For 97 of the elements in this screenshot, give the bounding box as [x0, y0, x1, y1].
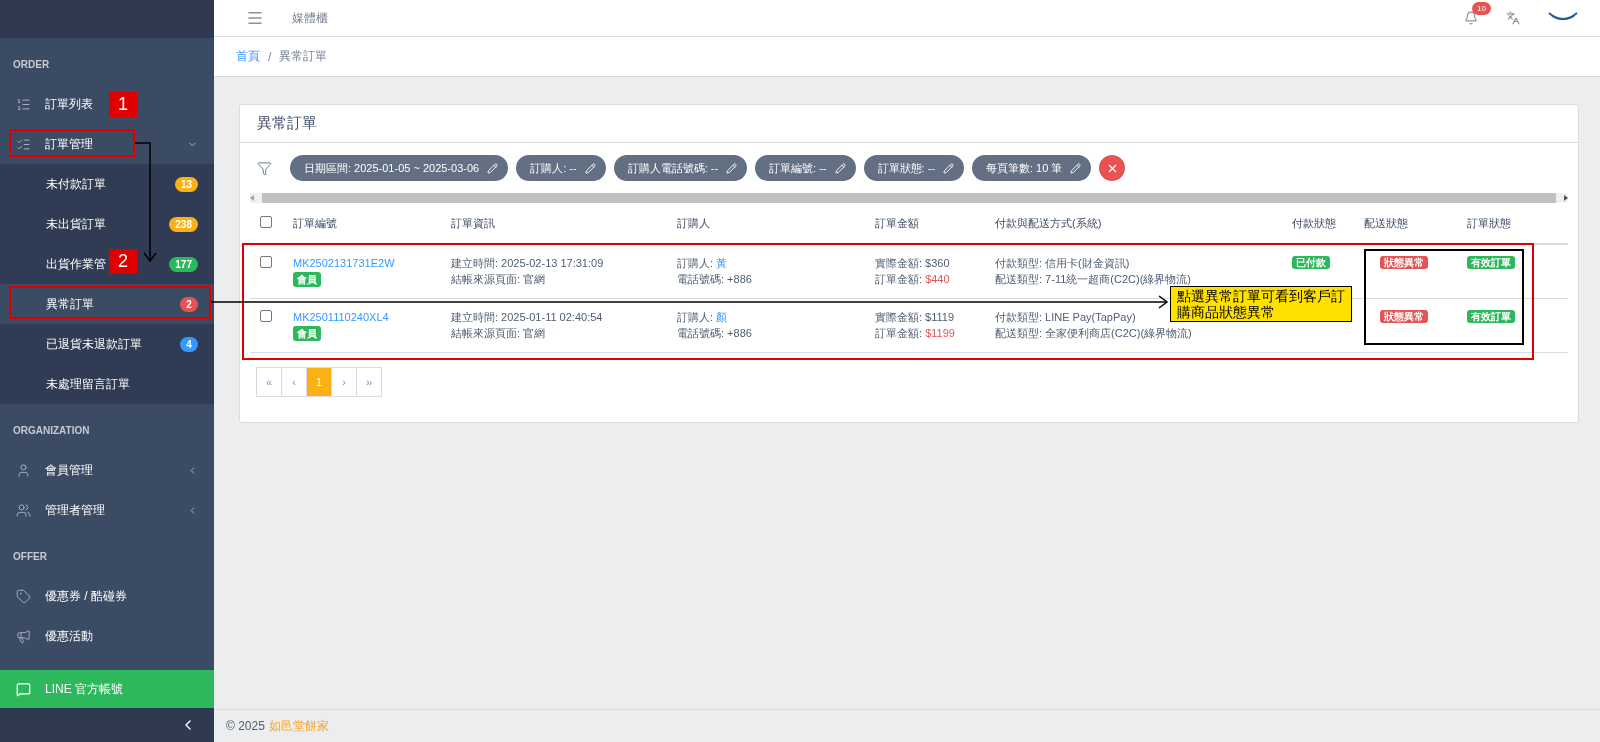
checkout-source: 結帳來源頁面: 官網 [451, 272, 546, 287]
step-marker: 2 [109, 249, 137, 274]
shipping-type: 配送類型: 全家便利商店(C2C)(綠界物流) [995, 326, 1192, 341]
count-badge: 177 [169, 256, 198, 272]
filter-icon [257, 160, 272, 176]
phone-number: 電話號碼: +886 [677, 272, 752, 287]
filter-chip[interactable]: 訂購人: -- [516, 155, 606, 181]
page-button[interactable]: › [331, 367, 357, 397]
filter-chip[interactable]: 日期區間: 2025-01-05 ~ 2025-03-06 [290, 155, 509, 181]
created-time: 建立時間: 2025-02-13 17:31:09 [451, 256, 604, 271]
column-header: 付款與配送方式(系統) [995, 216, 1102, 229]
column-header: 訂單編號 [293, 216, 337, 229]
shipping-status: 狀態異常 [1380, 310, 1428, 323]
filter-chip[interactable]: 每頁筆數: 10 筆 [972, 155, 1092, 181]
member-tag: 會員 [293, 272, 321, 287]
column-header: 訂購人 [677, 216, 710, 229]
section-heading: OFFER [12, 550, 48, 564]
submenu-link[interactable]: 出貨作業管 [46, 255, 106, 273]
filter-chip[interactable]: 訂單編號: -- [755, 155, 856, 181]
count-badge: 238 [169, 216, 198, 232]
menu-icon [246, 9, 264, 27]
line-account-button[interactable]: LINE 官方帳號 [0, 670, 214, 708]
row-checkbox[interactable] [260, 256, 272, 268]
nav-icon [16, 502, 31, 518]
column-header: 配送狀態 [1364, 216, 1408, 229]
count-badge: 2 [180, 296, 198, 312]
page-button[interactable]: ‹ [281, 367, 307, 397]
row-checkbox[interactable] [260, 310, 272, 322]
submenu-link[interactable]: 未處理留言訂單 [46, 375, 130, 393]
section-heading: ORGANIZATION [12, 424, 91, 438]
translate-icon [1506, 11, 1520, 25]
shipping-status: 狀態異常 [1380, 256, 1428, 269]
pencil-icon [584, 162, 596, 174]
order-status: 有效訂單 [1467, 310, 1515, 323]
column-header: 付款狀態 [1292, 216, 1336, 229]
nav-link[interactable]: 優惠券 / 酷碰券 [45, 587, 127, 605]
order-number-link[interactable]: MK2502131731E2W [293, 256, 395, 271]
count-badge: 4 [180, 336, 198, 352]
payment-type: 付款類型: 信用卡(財金資訊) [995, 256, 1130, 271]
pencil-icon [1070, 162, 1082, 174]
page-button[interactable]: « [256, 367, 282, 397]
card-title: 異常訂單 [240, 105, 1578, 143]
payment-type: 付款類型: LINE Pay(TapPay) [995, 310, 1136, 325]
created-time: 建立時間: 2025-01-11 02:40:54 [451, 310, 603, 325]
horizontal-scrollbar[interactable] [250, 193, 1568, 203]
sidebar-toggle[interactable] [0, 708, 214, 742]
nav-icon [16, 588, 31, 604]
breadcrumb-separator: / [268, 49, 272, 64]
shipping-type: 配送類型: 7-11統一超商(C2C)(綠界物流) [995, 272, 1191, 287]
nav-link[interactable]: 訂單管理 [45, 135, 93, 153]
buyer-name: 訂購人: 顏 [677, 310, 728, 325]
nav-icon [16, 136, 31, 152]
step-marker: 1 [109, 92, 137, 117]
nav-icon [16, 628, 31, 644]
phone-number: 電話號碼: +886 [677, 326, 752, 341]
column-header: 訂單金額 [875, 216, 919, 229]
nav-icon [16, 462, 31, 478]
column-header: 訂單狀態 [1467, 216, 1511, 229]
submenu-link[interactable]: 未付款訂單 [46, 175, 106, 193]
order-status: 有效訂單 [1467, 256, 1515, 269]
nav-icon [16, 96, 31, 112]
count-badge: 13 [174, 176, 198, 192]
filter-chip[interactable]: 訂購人電話號碼: -- [613, 155, 748, 181]
chat-icon [16, 681, 31, 697]
pencil-icon [834, 162, 846, 174]
pencil-icon [726, 162, 738, 174]
buyer-name: 訂購人: 黃 [677, 256, 728, 271]
notification-count: 10 [1472, 2, 1491, 15]
section-heading: ORDER [12, 58, 51, 72]
copyright-text: © 2025 [226, 719, 265, 733]
nav-link[interactable]: 優惠活動 [45, 627, 93, 645]
page-title: 媒體櫃 [292, 9, 329, 27]
page-button[interactable]: » [356, 367, 382, 397]
clear-filters-button[interactable] [1099, 155, 1126, 181]
submenu-link[interactable]: 未出貨訂單 [46, 215, 106, 233]
select-all-checkbox[interactable] [260, 216, 272, 228]
checkout-source: 結帳來源頁面: 官網 [451, 326, 546, 341]
member-tag: 會員 [293, 326, 321, 341]
bell-icon[interactable] [1464, 11, 1478, 25]
nav-link[interactable]: 會員管理 [45, 461, 93, 479]
nav-link[interactable]: 管理者管理 [45, 501, 105, 519]
order-number-link[interactable]: MK2501110240XL4 [293, 310, 389, 325]
breadcrumb-current: 異常訂單 [279, 48, 328, 65]
actual-amount: 實際金額: $1119 [875, 310, 955, 325]
filter-chip[interactable]: 訂單狀態: -- [863, 155, 964, 181]
submenu-link[interactable]: 已退貨未退款訂單 [46, 335, 142, 353]
pencil-icon [943, 162, 954, 174]
submenu-link[interactable]: 異常訂單 [46, 295, 94, 313]
pencil-icon [487, 162, 499, 174]
breadcrumb-link[interactable]: 首頁 [236, 48, 260, 65]
order-amount: 訂單金額: $1199 [875, 326, 955, 341]
callout-note: 點選異常訂單可看到客戶訂購商品狀態異常 [1170, 286, 1352, 322]
order-amount: 訂單金額: $440 [875, 272, 950, 287]
payment-status: 已付款 [1292, 256, 1330, 269]
actual-amount: 實際金額: $360 [875, 256, 950, 271]
nav-link[interactable]: 訂單列表 [45, 95, 93, 113]
column-header: 訂單資訊 [451, 216, 495, 229]
